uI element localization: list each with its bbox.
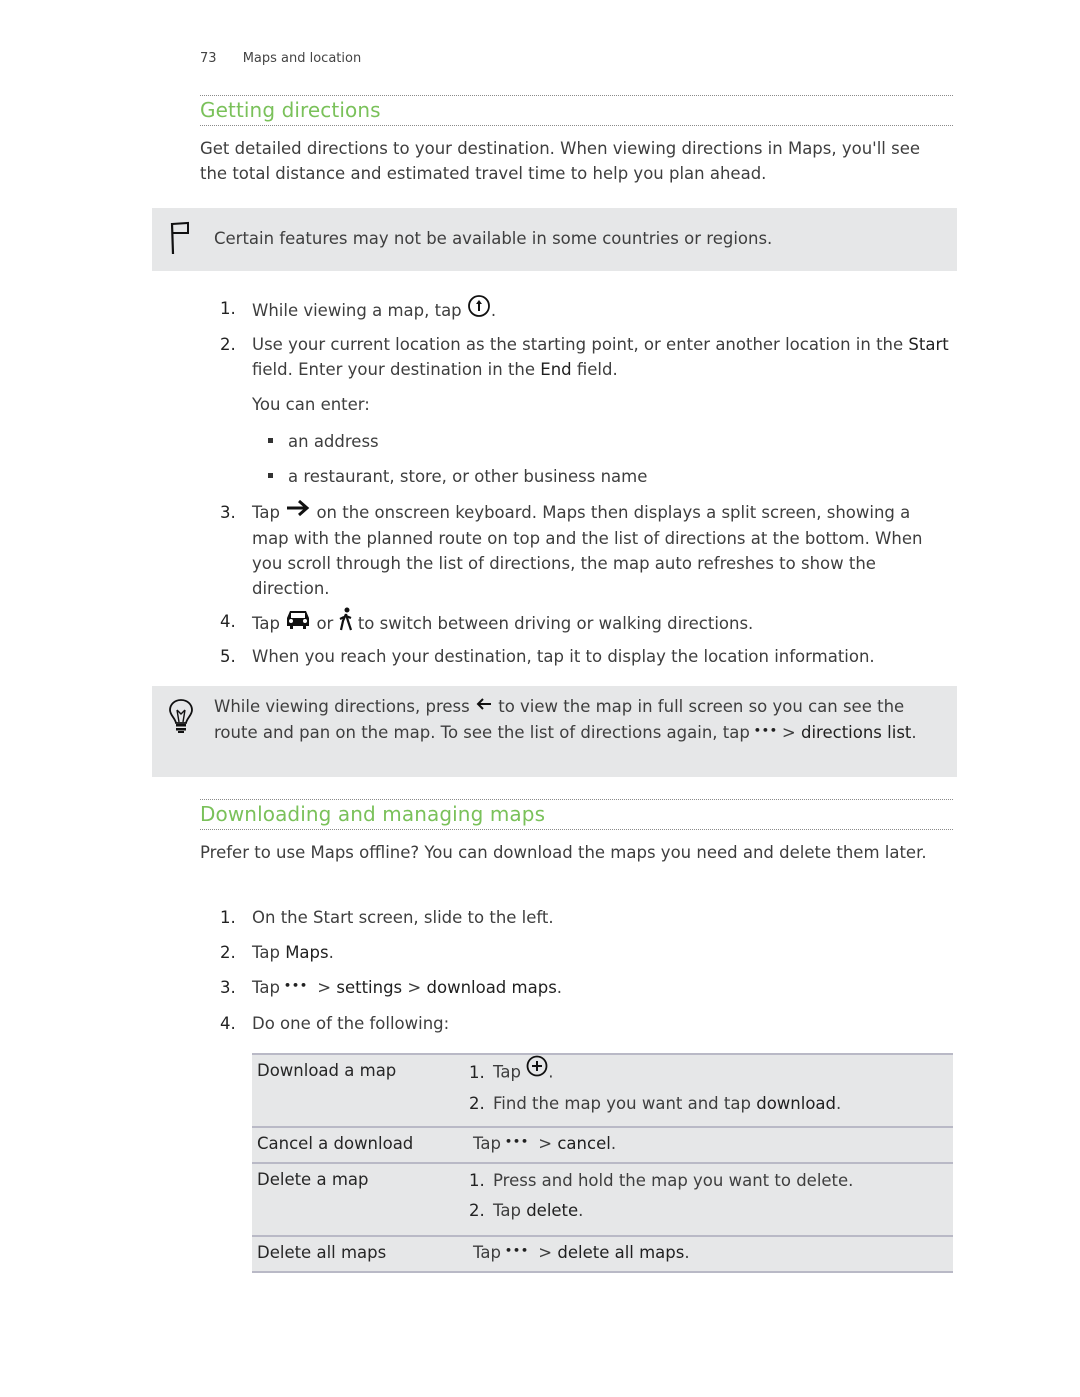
walking-icon (339, 607, 353, 638)
sub-step: 1. Tap . (469, 1055, 953, 1089)
page-number: 73 (200, 51, 217, 66)
flag-icon (168, 220, 192, 260)
page-header: 73 Maps and location (200, 51, 361, 66)
arrow-right-icon (285, 499, 311, 524)
tip-text: While viewing directions, press to view … (214, 694, 949, 746)
note-box: Certain features may not be available in… (152, 208, 957, 271)
action-label: Cancel a download (252, 1127, 469, 1163)
more-icon: ••• (753, 724, 778, 737)
divider (200, 799, 953, 800)
directions-icon (467, 294, 491, 325)
divider (200, 125, 953, 126)
table-row: Delete all maps Tap ••• > delete all maps… (252, 1236, 953, 1272)
section-title-downloading-maps: Downloading and managing maps (200, 802, 546, 826)
tip-box: While viewing directions, press to view … (152, 686, 957, 777)
bullet-item: an address (268, 429, 379, 454)
divider (200, 829, 953, 830)
table-row: Cancel a download Tap ••• > cancel. (252, 1127, 953, 1163)
table-row: Delete a map 1. Press and hold the map yo… (252, 1163, 953, 1236)
sub-step: 2. Tap delete. (469, 1201, 584, 1220)
sub-step: 1. Press and hold the map you want to del… (469, 1171, 854, 1190)
section-intro: Get detailed directions to your destinat… (200, 139, 921, 183)
section-title-getting-directions: Getting directions (200, 98, 381, 122)
action-label: Delete a map (252, 1163, 469, 1236)
car-icon (285, 608, 311, 637)
actions-table: Download a map 1. Tap . 2. Find the map yo… (252, 1053, 953, 1273)
more-icon: ••• (283, 979, 309, 992)
divider (200, 95, 953, 96)
more-icon: ••• (504, 1135, 530, 1148)
more-icon: ••• (504, 1244, 530, 1257)
note-text: Certain features may not be available in… (214, 229, 773, 248)
add-circle-icon (526, 1055, 548, 1087)
action-label: Download a map (252, 1054, 469, 1127)
section-intro: Prefer to use Maps offline? You can down… (200, 843, 927, 862)
action-label: Delete all maps (252, 1236, 469, 1272)
lightbulb-icon (168, 698, 194, 738)
bullet-item: a restaurant, store, or other business n… (268, 464, 647, 489)
back-arrow-icon (475, 693, 493, 718)
sub-step: 2. Find the map you want and tap download… (469, 1094, 842, 1113)
table-row: Download a map 1. Tap . 2. Find the map yo… (252, 1054, 953, 1127)
chapter-title: Maps and location (242, 51, 362, 66)
